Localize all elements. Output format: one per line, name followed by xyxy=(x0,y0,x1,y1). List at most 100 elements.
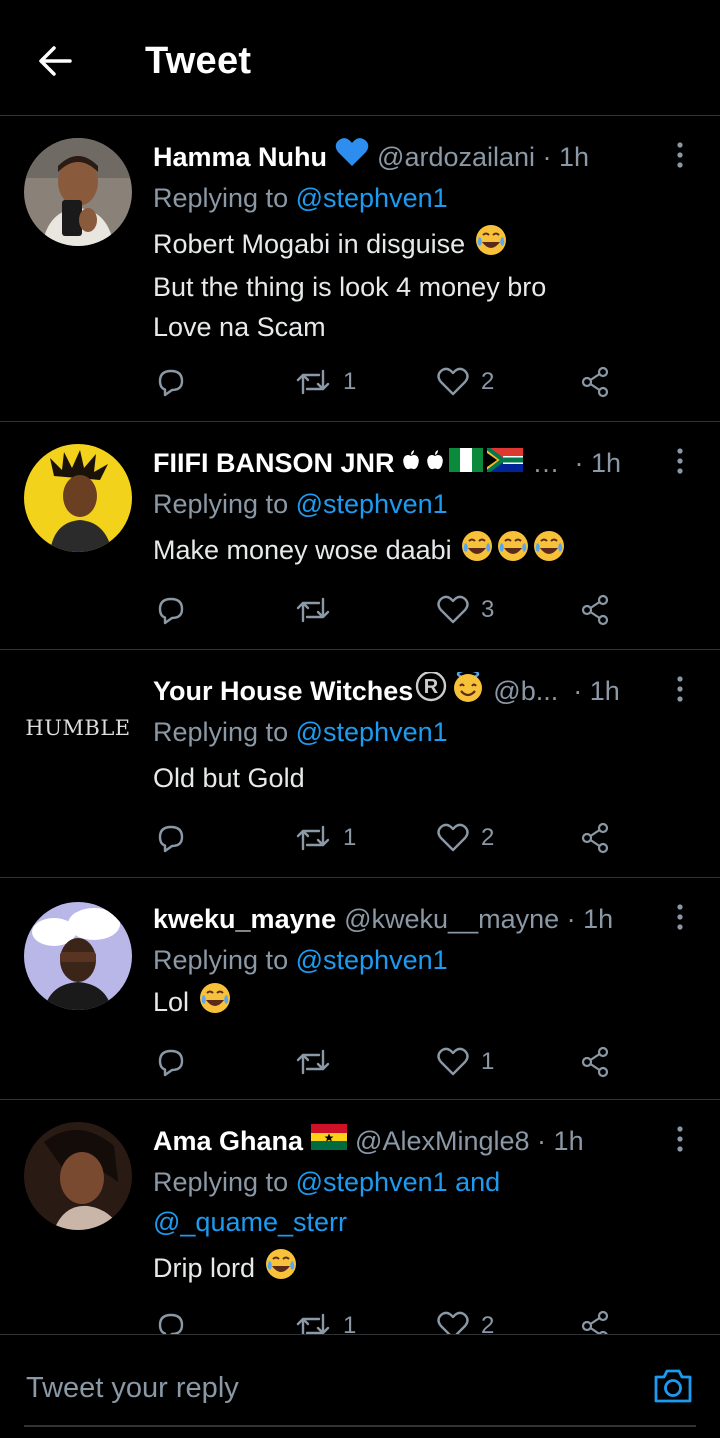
more-options-icon[interactable] xyxy=(670,902,690,934)
apple-icon xyxy=(425,444,445,482)
replying-to: Replying to @stephven1 xyxy=(153,717,448,747)
share-button[interactable] xyxy=(579,362,611,402)
share-button[interactable] xyxy=(579,1306,611,1334)
reply-tweet[interactable]: Hamma Nuhu @ardozailani · 1h Replying to… xyxy=(0,116,720,422)
reply-tweet[interactable]: HUMBLE Your House Witches R @b... · 1h R… xyxy=(0,650,720,878)
share-button[interactable] xyxy=(579,818,611,858)
more-options-icon[interactable] xyxy=(670,140,690,172)
svg-text:R: R xyxy=(424,676,439,698)
like-button[interactable]: 2 xyxy=(437,818,494,858)
mention-link[interactable]: @stephven1 xyxy=(296,717,448,747)
retweet-button[interactable] xyxy=(295,1042,331,1082)
share-icon xyxy=(581,1310,609,1334)
tweet-actions: 3 xyxy=(153,590,633,630)
display-name[interactable]: Hamma Nuhu xyxy=(153,138,327,176)
laughing-tears-emoji xyxy=(461,530,493,573)
reply-button[interactable] xyxy=(155,362,187,402)
heart-icon xyxy=(437,1311,469,1334)
mention-link[interactable]: @_quame_sterr xyxy=(153,1207,347,1237)
more-options-icon[interactable] xyxy=(670,446,690,478)
more-options-icon[interactable] xyxy=(670,1124,690,1156)
display-name[interactable]: Your House Witches xyxy=(153,672,413,710)
tweet-actions: 1 xyxy=(153,1042,633,1082)
like-count: 2 xyxy=(481,824,495,851)
timestamp[interactable]: 1h xyxy=(554,1122,584,1160)
composer-divider xyxy=(24,1425,696,1427)
retweet-button[interactable]: 1 xyxy=(295,818,356,858)
like-count: 3 xyxy=(481,596,495,623)
heart-icon xyxy=(437,1047,469,1076)
heart-icon xyxy=(437,367,469,396)
avatar[interactable] xyxy=(24,138,132,246)
like-button[interactable]: 2 xyxy=(437,362,494,402)
timestamp[interactable]: 1h xyxy=(590,672,620,710)
retweet-button[interactable]: 1 xyxy=(295,362,356,402)
laughing-tears-emoji xyxy=(475,224,507,267)
like-button[interactable]: 2 xyxy=(437,1306,494,1334)
reply-tweet[interactable]: Ama Ghana @AlexMingle8 · 1h Replying to … xyxy=(0,1100,720,1334)
replying-to: Replying to @stephven1 xyxy=(153,945,448,975)
tweet-actions: 1 2 xyxy=(153,1306,633,1334)
reply-button[interactable] xyxy=(155,590,187,630)
avatar[interactable]: HUMBLE xyxy=(24,708,132,748)
avatar[interactable] xyxy=(24,902,132,1010)
user-handle: … xyxy=(532,448,560,478)
retweet-icon xyxy=(296,1049,330,1075)
reply-icon xyxy=(158,825,184,853)
retweet-icon xyxy=(296,1313,330,1334)
reply-button[interactable] xyxy=(155,818,187,858)
tweet-header: kweku_mayne @kweku__mayne · 1h xyxy=(153,900,660,938)
retweet-button[interactable] xyxy=(295,590,331,630)
like-button[interactable]: 3 xyxy=(437,590,494,630)
share-button[interactable] xyxy=(579,590,611,630)
mention-link[interactable]: @stephven1 xyxy=(296,945,448,975)
reply-button[interactable] xyxy=(155,1306,187,1334)
reply-button[interactable] xyxy=(155,1042,187,1082)
timestamp[interactable]: 1h xyxy=(559,138,589,176)
replying-to: Replying to @stephven1 xyxy=(153,183,448,213)
avatar[interactable] xyxy=(24,1122,132,1230)
reply-tweet[interactable]: FIIFI BANSON JNR … · 1h Replying to @ste… xyxy=(0,422,720,650)
retweet-icon xyxy=(296,597,330,623)
like-count: 2 xyxy=(481,1312,495,1334)
retweet-count: 1 xyxy=(343,1312,357,1334)
avatar[interactable] xyxy=(24,444,132,552)
timestamp[interactable]: 1h xyxy=(591,444,621,482)
replies-list: Hamma Nuhu @ardozailani · 1h Replying to… xyxy=(0,116,720,1334)
user-handle: @AlexMingle8 xyxy=(355,1126,530,1156)
more-options-icon[interactable] xyxy=(670,674,690,706)
retweet-button[interactable]: 1 xyxy=(295,1306,356,1334)
camera-icon[interactable] xyxy=(652,1365,694,1407)
laughing-tears-emoji xyxy=(533,530,565,573)
retweet-count: 1 xyxy=(343,824,357,851)
page-title: Tweet xyxy=(145,40,252,82)
mention-link[interactable]: @stephven1 xyxy=(296,183,448,213)
like-count: 1 xyxy=(481,1048,495,1075)
nigeria-flag-icon xyxy=(448,444,483,482)
share-button[interactable] xyxy=(579,1042,611,1082)
mention-link[interactable]: @stephven1 xyxy=(296,1167,448,1197)
heart-icon xyxy=(437,595,469,624)
tweet-header: Hamma Nuhu @ardozailani · 1h xyxy=(153,138,660,176)
smiling-halo-emoji xyxy=(451,672,485,710)
tweet-text: Drip lord xyxy=(153,1248,299,1291)
top-app-bar: Tweet xyxy=(0,0,720,116)
retweet-icon xyxy=(296,369,330,395)
back-arrow-icon[interactable] xyxy=(34,38,78,84)
reply-input[interactable] xyxy=(24,1355,628,1421)
tweet-header: FIIFI BANSON JNR … · 1h xyxy=(153,444,660,482)
user-handle: @ardozailani xyxy=(377,142,536,172)
timestamp[interactable]: 1h xyxy=(583,900,613,938)
tweet-actions: 1 2 xyxy=(153,818,633,858)
retweet-count: 1 xyxy=(343,368,357,395)
display-name[interactable]: Ama Ghana xyxy=(153,1122,303,1160)
reply-icon xyxy=(158,1313,184,1334)
tweet-text: Make money wose daabi xyxy=(153,530,567,573)
user-handle: @kweku__mayne xyxy=(344,904,560,934)
display-name[interactable]: FIIFI BANSON JNR xyxy=(153,444,395,482)
display-name[interactable]: kweku_mayne xyxy=(153,900,336,938)
mention-link[interactable]: @stephven1 xyxy=(296,489,448,519)
reply-tweet[interactable]: kweku_mayne @kweku__mayne · 1h Replying … xyxy=(0,878,720,1100)
like-button[interactable]: 1 xyxy=(437,1042,494,1082)
ghana-flag-icon xyxy=(311,1122,348,1160)
